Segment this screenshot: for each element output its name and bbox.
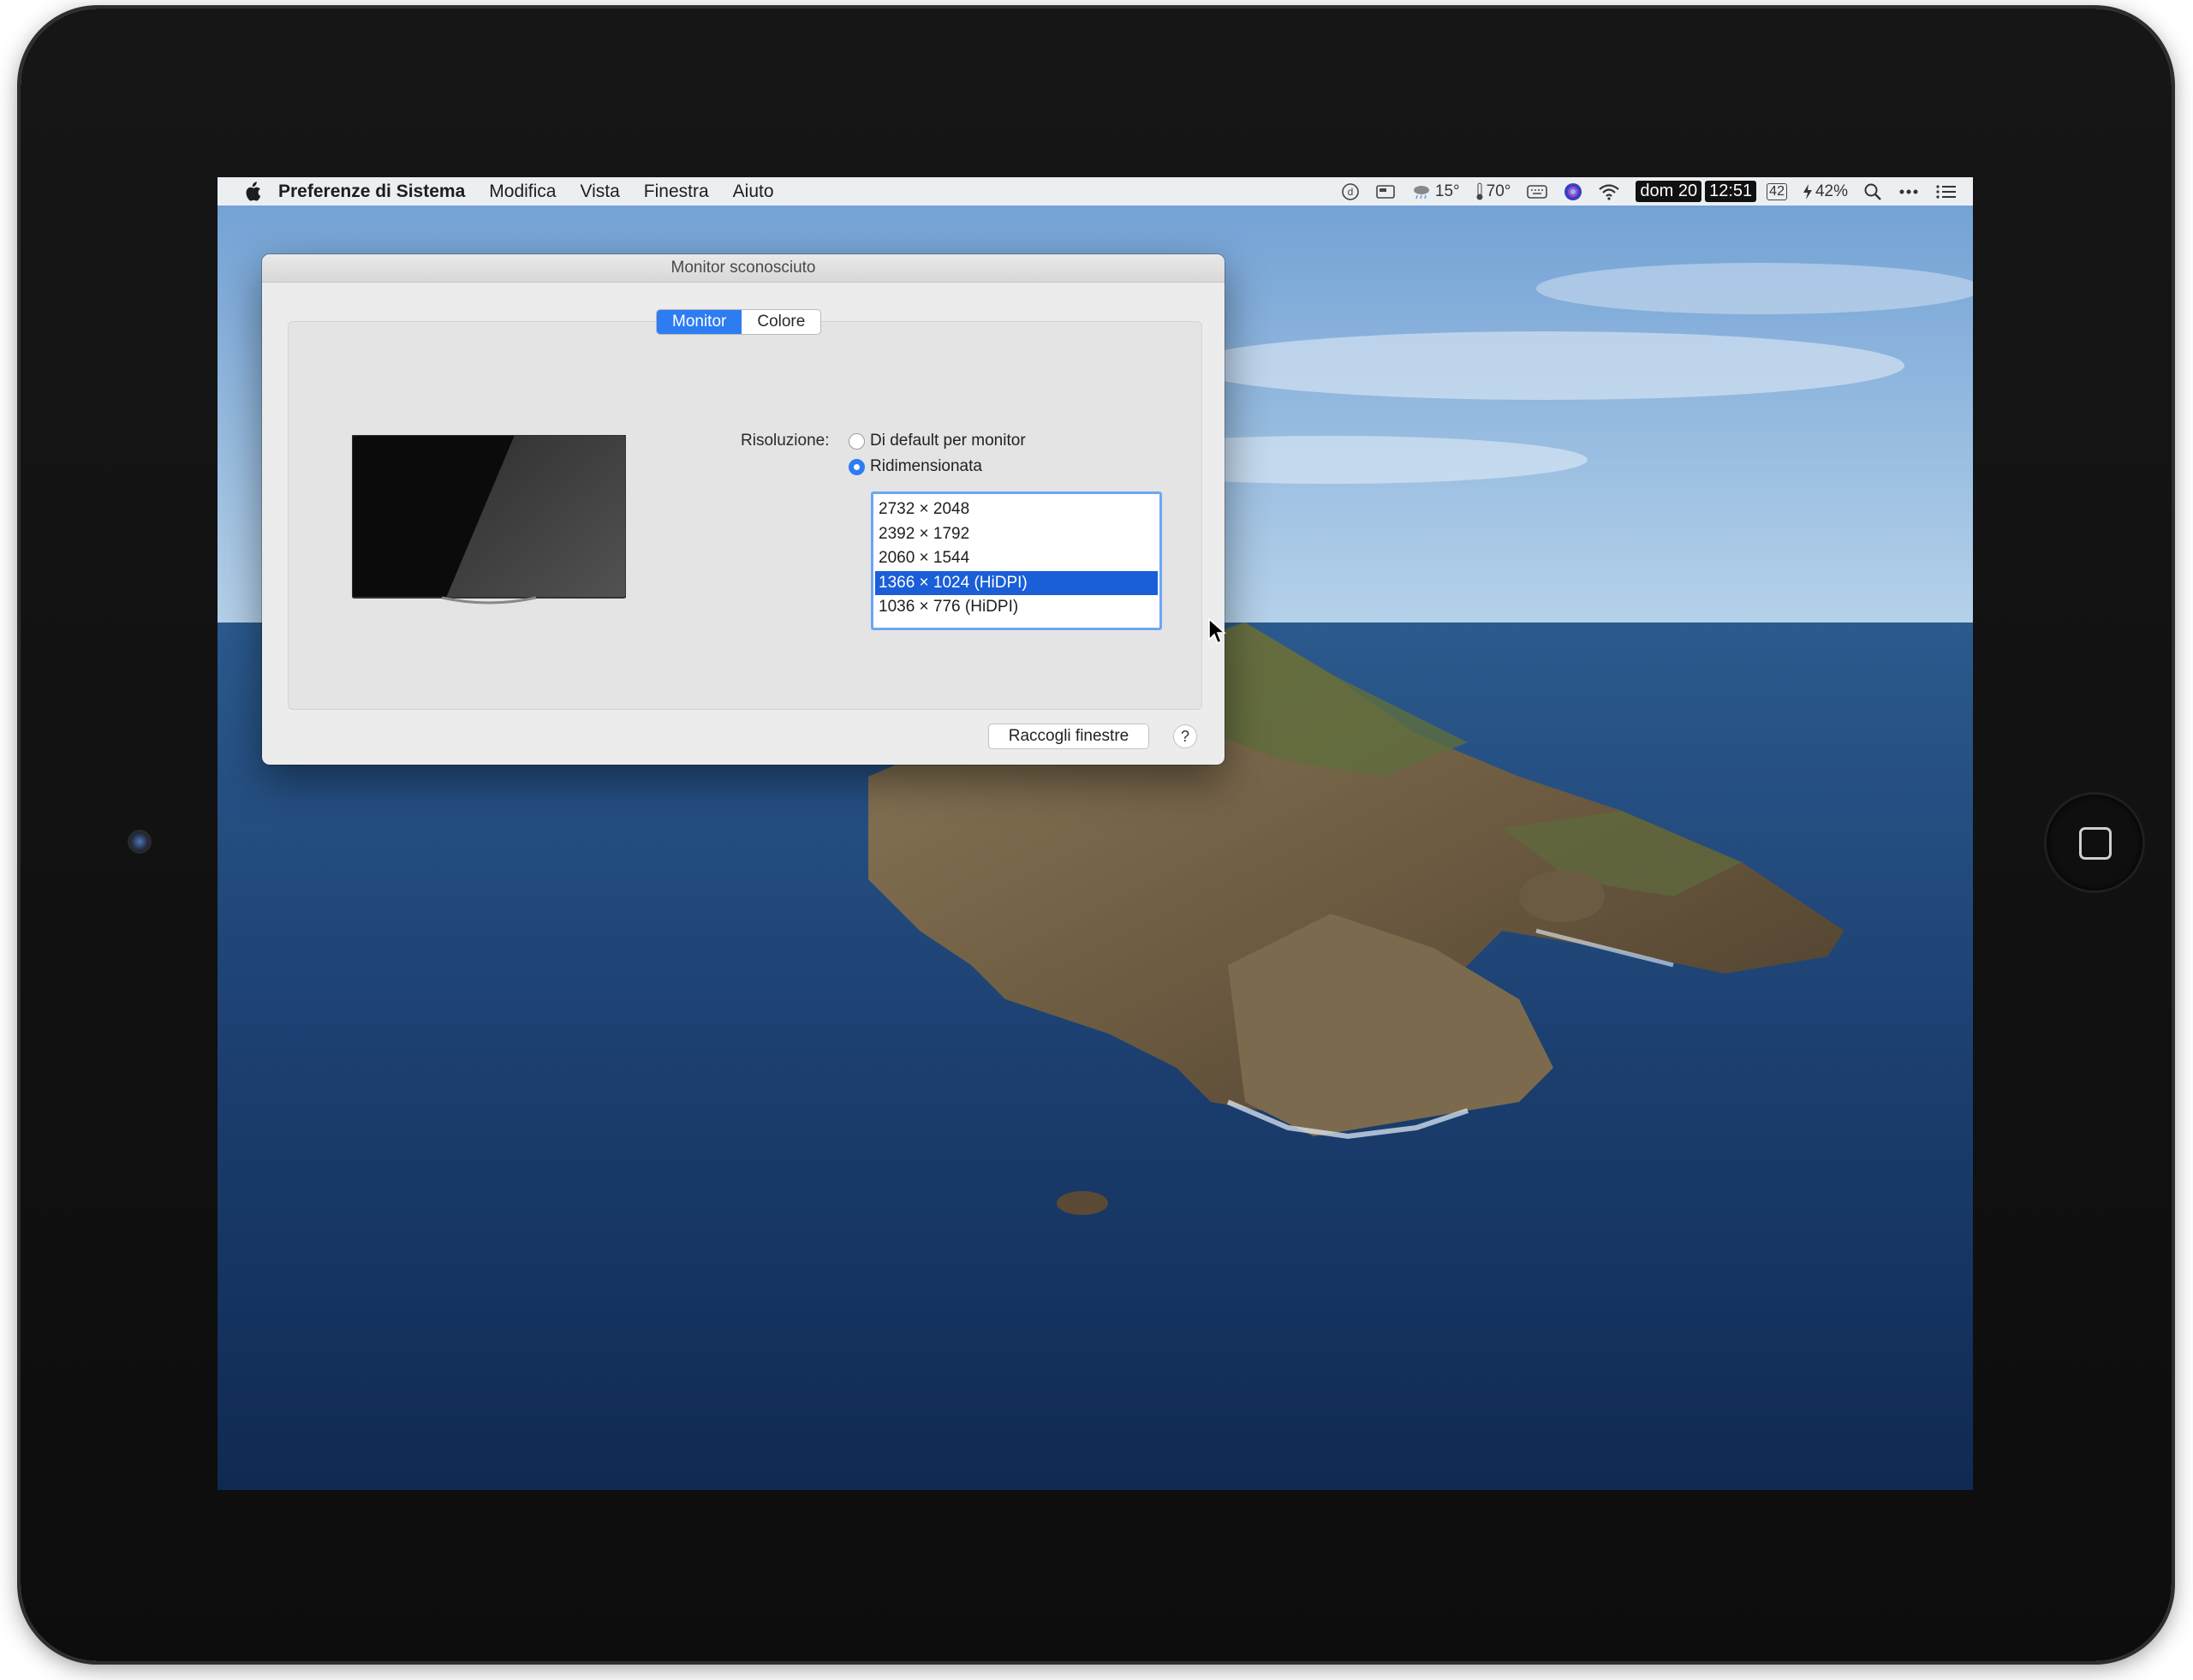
display-preferences-window: Monitor sconosciuto Monitor Colore Risol… <box>262 254 1225 765</box>
time-display[interactable]: 12:51 <box>1705 181 1757 202</box>
menu-modifica[interactable]: Modifica <box>489 182 556 202</box>
notification-center-icon[interactable] <box>1935 183 1958 200</box>
status-area: d 15° 70° dom 20 12:51 42 42% <box>1341 177 1973 206</box>
resolution-option[interactable]: 2060 × 1544 <box>873 546 1159 571</box>
keyboard-icon[interactable] <box>1526 183 1548 200</box>
svg-text:d: d <box>1348 186 1354 198</box>
battery-indicator[interactable]: 42% <box>1803 182 1848 201</box>
resolution-label: Risoluzione: <box>741 432 830 450</box>
radio-scaled-label: Ridimensionata <box>870 457 982 475</box>
radio-default[interactable] <box>849 432 865 450</box>
weather-indicator[interactable]: 15° <box>1411 182 1460 201</box>
tab-bar: Monitor Colore <box>656 309 822 335</box>
sensor-temp: 70° <box>1486 182 1511 200</box>
calendar-icon[interactable]: 42 <box>1767 182 1787 200</box>
resolution-option[interactable]: 2392 × 1792 <box>873 522 1159 547</box>
weather-temp: 15° <box>1434 182 1460 200</box>
menu-vista[interactable]: Vista <box>580 182 619 202</box>
calendar-day: 42 <box>1769 183 1785 199</box>
resolution-option[interactable]: 2732 × 2048 <box>873 497 1159 522</box>
sensor-indicator[interactable]: 70° <box>1475 182 1511 201</box>
menu-aiuto[interactable]: Aiuto <box>733 182 774 202</box>
gather-windows-button[interactable]: Raccogli finestre <box>988 724 1149 749</box>
menu-finestra[interactable]: Finestra <box>644 182 709 202</box>
window-title[interactable]: Monitor sconosciuto <box>262 254 1225 283</box>
charging-bolt-icon <box>1803 183 1812 200</box>
date-display[interactable]: dom 20 <box>1636 181 1702 202</box>
tab-colore[interactable]: Colore <box>742 310 820 334</box>
mouse-cursor-icon <box>1208 617 1226 645</box>
apple-menu-icon[interactable] <box>244 181 261 202</box>
menu-bar: Preferenze di Sistema Modifica Vista Fin… <box>218 177 1973 206</box>
resolution-option-selected[interactable]: 1366 × 1024 (HiDPI) <box>875 570 1158 595</box>
battery-percent: 42% <box>1815 182 1848 200</box>
resolution-list: 2732 × 2048 2392 × 1792 2060 × 1544 1366… <box>871 491 1162 630</box>
resolution-option[interactable]: 1036 × 776 (HiDPI) <box>873 595 1159 620</box>
home-button[interactable] <box>2047 795 2142 891</box>
tab-monitor[interactable]: Monitor <box>657 310 742 334</box>
radio-default-label: Di default per monitor <box>870 432 1026 450</box>
spotlight-search-icon[interactable] <box>1863 182 1882 201</box>
display-icon[interactable] <box>1375 183 1396 200</box>
rain-cloud-icon <box>1413 185 1429 199</box>
wifi-icon[interactable] <box>1598 183 1620 200</box>
more-icon[interactable] <box>1898 183 1920 200</box>
siri-icon[interactable] <box>1564 182 1582 201</box>
dictionary-icon[interactable]: d <box>1341 182 1360 201</box>
monitor-illustration <box>352 435 626 605</box>
radio-scaled[interactable] <box>849 458 865 475</box>
desktop-screen: Preferenze di Sistema Modifica Vista Fin… <box>218 177 1973 1490</box>
front-camera <box>130 832 149 851</box>
help-button[interactable]: ? <box>1173 724 1197 748</box>
radio-default-row[interactable]: Di default per monitor <box>849 432 1026 450</box>
app-menu[interactable]: Preferenze di Sistema <box>278 182 465 202</box>
radio-scaled-row[interactable]: Ridimensionata <box>849 457 982 476</box>
thermometer-icon <box>1476 182 1483 200</box>
settings-panel: Risoluzione: Di default per monitor Ridi… <box>288 321 1202 710</box>
